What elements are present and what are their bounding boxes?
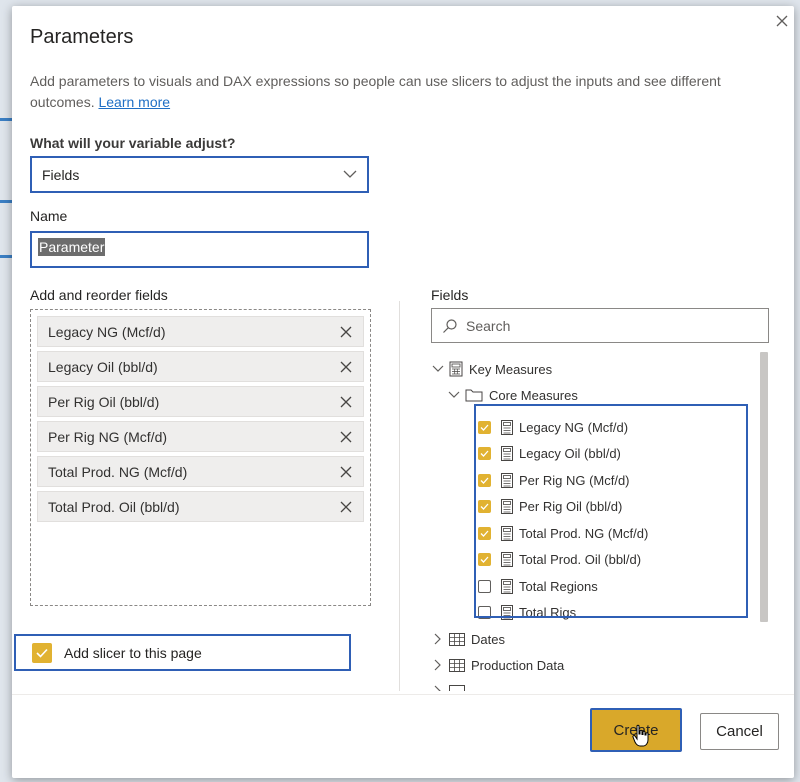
remove-icon[interactable]: [337, 323, 355, 341]
reorder-item[interactable]: Per Rig Oil (bbl/d): [37, 386, 364, 417]
background-accent: [0, 255, 12, 258]
search-icon: [443, 318, 457, 333]
cancel-button[interactable]: Cancel: [700, 713, 779, 750]
chevron-right-icon[interactable]: [431, 633, 445, 645]
tree-node-label: Production Data: [471, 657, 565, 673]
remove-icon[interactable]: [337, 358, 355, 376]
background-accent: [0, 200, 12, 203]
remove-icon[interactable]: [337, 463, 355, 481]
hand-cursor-icon: [632, 724, 649, 747]
name-input-value: Parameter: [38, 238, 106, 256]
variable-select-value: Fields: [42, 166, 80, 183]
tree-node-label: Core Measures: [489, 387, 578, 403]
variable-select[interactable]: Fields: [30, 156, 369, 193]
reorder-item[interactable]: Legacy Oil (bbl/d): [37, 351, 364, 382]
background-accent: [0, 118, 12, 121]
reorder-item-label: Total Prod. Oil (bbl/d): [48, 498, 180, 515]
tree-node-label: Key Measures: [469, 361, 553, 377]
tree-node-dates[interactable]: Dates: [431, 626, 505, 652]
fields-label: Fields: [431, 287, 469, 303]
reorder-list: Legacy NG (Mcf/d) Legacy Oil (bbl/d) Per…: [30, 309, 371, 606]
chevron-down-icon: [343, 170, 357, 178]
tree-scrollbar[interactable]: [760, 352, 768, 622]
reorder-item[interactable]: Per Rig NG (Mcf/d): [37, 421, 364, 452]
remove-icon[interactable]: [337, 428, 355, 446]
chevron-right-icon[interactable]: [431, 659, 445, 671]
measures-highlight-box: [474, 404, 748, 618]
add-slicer-label: Add slicer to this page: [64, 644, 202, 661]
reorder-item-label: Per Rig NG (Mcf/d): [48, 428, 168, 445]
table-icon: [449, 632, 465, 646]
fields-search-input[interactable]: Search: [431, 308, 769, 343]
reorder-item[interactable]: Total Prod. Oil (bbl/d): [37, 491, 364, 522]
tree-node-partial[interactable]: [431, 678, 471, 691]
column-divider: [399, 301, 400, 691]
reorder-item[interactable]: Total Prod. NG (Mcf/d): [37, 456, 364, 487]
dialog-description: Add parameters to visuals and DAX expres…: [30, 71, 750, 113]
variable-label: What will your variable adjust?: [30, 135, 236, 151]
name-label: Name: [30, 208, 68, 224]
tree-node-label: Dates: [471, 631, 505, 647]
chevron-right-icon[interactable]: [431, 685, 445, 691]
chevron-down-icon[interactable]: [431, 365, 445, 373]
dialog-title: Parameters: [30, 26, 134, 48]
close-icon: [776, 15, 788, 27]
checkmark-icon: [36, 648, 48, 658]
learn-more-link[interactable]: Learn more: [98, 94, 170, 110]
checkbox-checked[interactable]: [32, 642, 52, 663]
reorder-item-label: Per Rig Oil (bbl/d): [48, 393, 160, 410]
chevron-down-icon[interactable]: [447, 391, 461, 399]
reorder-label: Add and reorder fields: [30, 287, 168, 303]
reorder-item-label: Total Prod. NG (Mcf/d): [48, 463, 188, 480]
table-icon: [449, 684, 465, 691]
calculator-icon: [449, 361, 463, 377]
tree-node-production-data[interactable]: Production Data: [431, 652, 564, 678]
remove-icon[interactable]: [337, 393, 355, 411]
reorder-item-label: Legacy Oil (bbl/d): [48, 358, 158, 375]
table-icon: [449, 658, 465, 672]
search-placeholder: Search: [466, 317, 511, 334]
remove-icon[interactable]: [337, 498, 355, 516]
parameters-dialog: Parameters Add parameters to visuals and…: [12, 6, 794, 778]
name-input[interactable]: Parameter: [30, 231, 369, 268]
reorder-item[interactable]: Legacy NG (Mcf/d): [37, 316, 364, 347]
reorder-item-label: Legacy NG (Mcf/d): [48, 323, 166, 340]
close-button[interactable]: [771, 10, 793, 32]
tree-node-key-measures[interactable]: Key Measures: [431, 356, 552, 382]
footer-divider: [12, 694, 794, 695]
add-slicer-checkbox[interactable]: Add slicer to this page: [14, 634, 351, 671]
folder-icon: [465, 388, 483, 402]
